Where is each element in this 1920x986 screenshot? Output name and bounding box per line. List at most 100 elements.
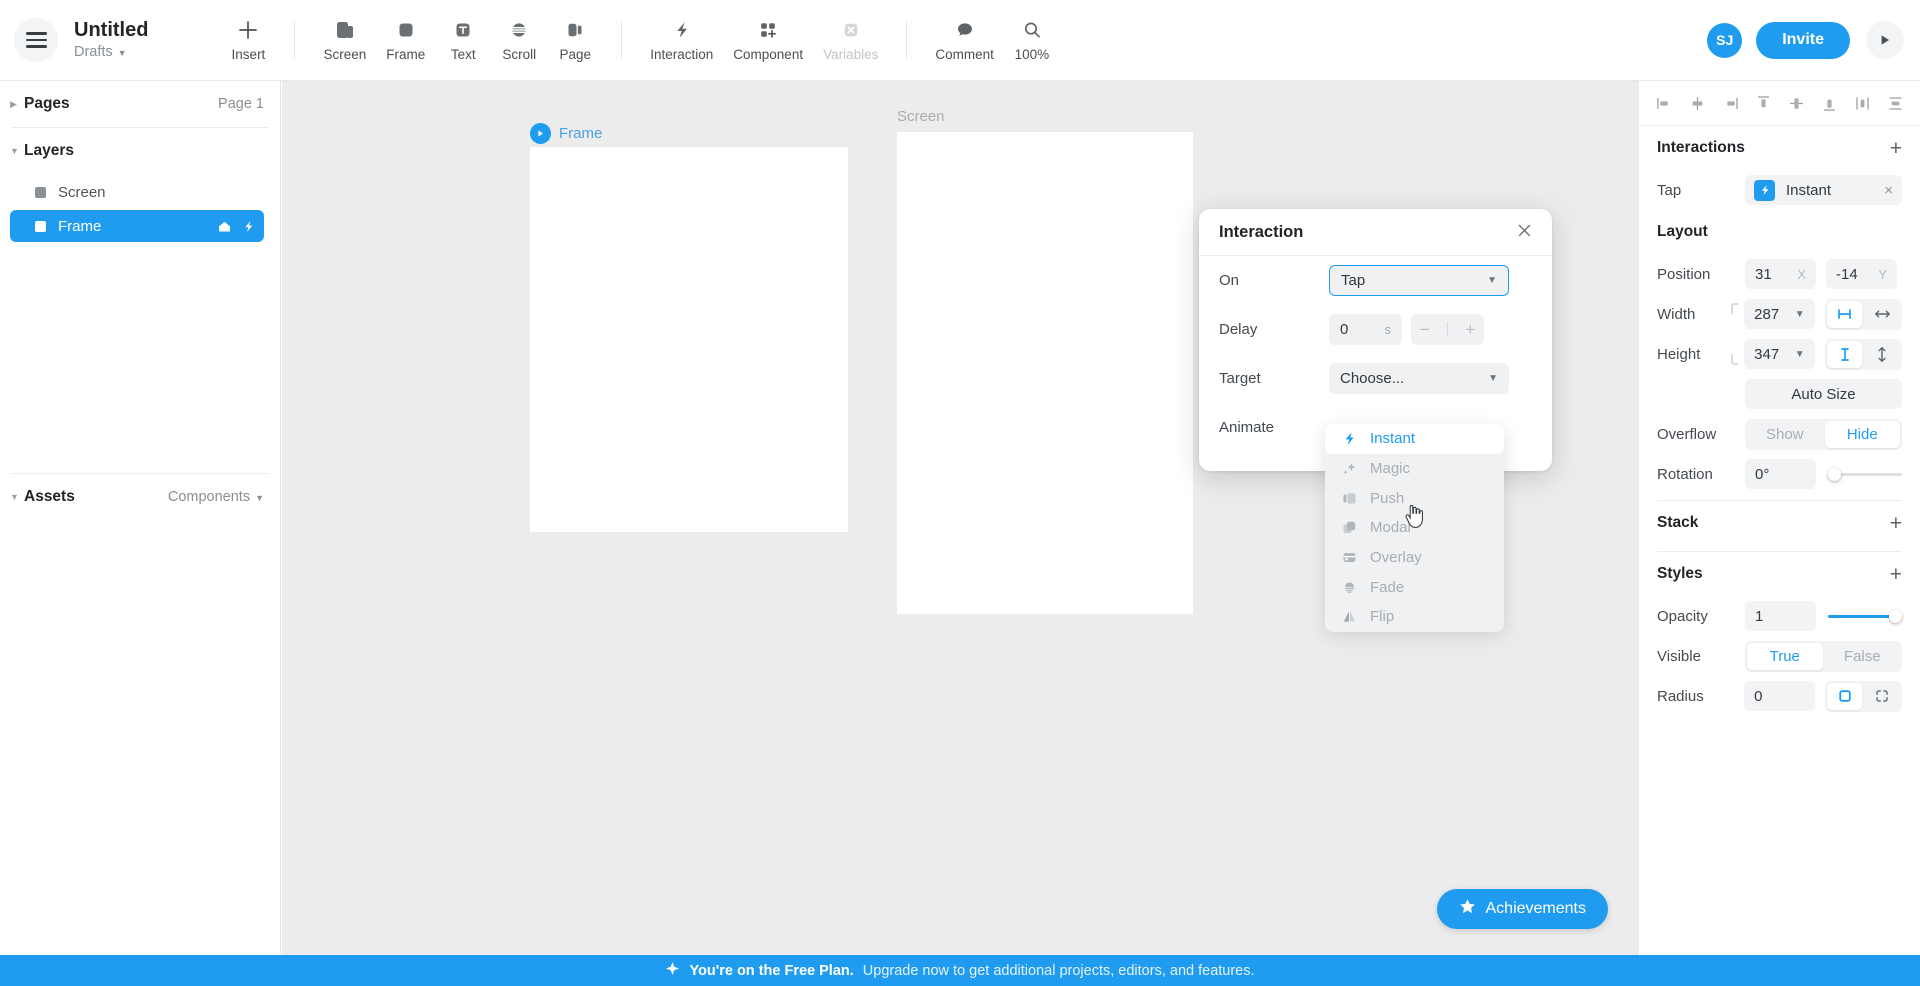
frame-artboard[interactable] — [530, 147, 848, 532]
position-y-input[interactable]: -14 Y — [1826, 259, 1897, 289]
add-stack-button[interactable]: + — [1890, 513, 1902, 534]
delay-input[interactable]: 0 s — [1329, 314, 1402, 345]
rotation-input[interactable]: 0° — [1745, 459, 1816, 489]
add-interaction-button[interactable]: + — [1890, 138, 1902, 159]
tool-comment[interactable]: Comment — [925, 0, 1004, 80]
on-trigger-select[interactable]: Tap ▼ — [1329, 265, 1509, 296]
animate-option-push[interactable]: Push — [1325, 483, 1504, 513]
hamburger-icon[interactable] — [14, 18, 58, 62]
close-icon[interactable] — [1517, 223, 1532, 241]
avatar[interactable]: SJ — [1707, 22, 1743, 58]
tool-screen[interactable]: Screen — [313, 0, 376, 80]
animate-option-modal[interactable]: Modal — [1325, 513, 1504, 543]
pages-section-header[interactable]: ▶ Pages Page 1 — [0, 81, 280, 127]
tool-zoom[interactable]: 100% — [1004, 0, 1060, 80]
layer-item-screen[interactable]: Screen — [10, 176, 264, 208]
free-plan-banner[interactable]: You're on the Free Plan. Upgrade now to … — [0, 955, 1920, 986]
overflow-hide-option[interactable]: Hide — [1824, 420, 1900, 448]
tool-component[interactable]: Component — [723, 0, 813, 80]
radius-individual-option[interactable] — [1864, 683, 1900, 710]
tool-variables-label: Variables — [823, 47, 879, 62]
animate-dropdown-menu[interactable]: Instant Magic Push Modal Overlay Fade Fl… — [1325, 424, 1504, 632]
animate-option-overlay[interactable]: Overlay — [1325, 543, 1504, 573]
layers-section-header[interactable]: ▼ Layers — [0, 128, 280, 174]
animate-option-flip[interactable]: Flip — [1325, 602, 1504, 632]
invite-button[interactable]: Invite — [1756, 21, 1850, 59]
delay-decrement-button[interactable]: − — [1420, 320, 1430, 340]
align-center-horizontal-icon[interactable] — [1686, 92, 1708, 114]
align-bottom-icon[interactable] — [1818, 92, 1840, 114]
position-y-suffix: Y — [1878, 266, 1887, 282]
project-location[interactable]: Drafts ▼ — [74, 42, 148, 62]
screen-artboard[interactable] — [897, 132, 1193, 614]
radius-uniform-option[interactable] — [1826, 682, 1863, 710]
auto-size-button[interactable]: Auto Size — [1745, 379, 1902, 409]
visible-false-option[interactable]: False — [1825, 643, 1901, 670]
target-select[interactable]: Choose... ▼ — [1329, 363, 1509, 394]
width-input[interactable]: 287 ▼ — [1744, 299, 1815, 329]
animate-option-label: Flip — [1370, 608, 1395, 626]
screen-label[interactable]: Screen — [897, 108, 945, 125]
radius-mode-toggle[interactable] — [1824, 680, 1902, 712]
text-icon — [452, 18, 474, 42]
animate-option-fade[interactable]: Fade — [1325, 572, 1504, 602]
height-fill-option[interactable] — [1864, 341, 1900, 368]
distribute-vertical-icon[interactable] — [1884, 92, 1906, 114]
height-input[interactable]: 347 ▼ — [1744, 339, 1815, 369]
height-row: Height 347 ▼ — [1639, 334, 1920, 374]
delay-increment-button[interactable]: + — [1465, 320, 1475, 340]
layer-item-frame[interactable]: Frame — [10, 210, 264, 242]
slider-knob[interactable] — [1889, 609, 1902, 623]
width-fixed-option[interactable] — [1826, 300, 1863, 328]
delay-stepper[interactable]: − + — [1411, 314, 1484, 345]
chevron-down-icon: ▼ — [117, 48, 127, 58]
add-style-button[interactable]: + — [1890, 564, 1902, 585]
achievements-button[interactable]: Achievements — [1436, 889, 1608, 929]
link-dimensions-icon[interactable] — [1726, 301, 1744, 327]
tool-text[interactable]: Text — [435, 0, 491, 80]
animate-option-magic[interactable]: Magic — [1325, 454, 1504, 484]
align-right-icon[interactable] — [1719, 92, 1741, 114]
layers-title: Layers — [24, 142, 74, 159]
interactions-title: Interactions — [1657, 139, 1745, 156]
star-icon — [1459, 898, 1476, 920]
assets-block: ▼ Assets Components ▼ — [0, 473, 280, 520]
assets-filter[interactable]: Components ▼ — [168, 489, 264, 505]
preview-play-button[interactable] — [1866, 21, 1904, 59]
assets-section-header[interactable]: ▼ Assets Components ▼ — [0, 474, 280, 520]
screen-icon — [334, 18, 356, 42]
align-middle-vertical-icon[interactable] — [1785, 92, 1807, 114]
overflow-show-option[interactable]: Show — [1747, 421, 1823, 448]
animate-option-instant[interactable]: Instant — [1325, 424, 1504, 454]
height-fixed-option[interactable] — [1826, 340, 1863, 368]
visible-true-option[interactable]: True — [1747, 642, 1823, 670]
opacity-input[interactable]: 1 — [1745, 601, 1816, 631]
width-resize-mode-toggle[interactable] — [1824, 298, 1902, 330]
target-value: Choose... — [1340, 370, 1405, 387]
interaction-animation-chip[interactable]: Instant × — [1745, 175, 1902, 205]
tool-scroll-label: Scroll — [502, 47, 537, 62]
remove-interaction-icon[interactable]: × — [1884, 182, 1893, 199]
width-fill-option[interactable] — [1864, 301, 1900, 328]
tool-page[interactable]: Page — [547, 0, 603, 80]
align-top-icon[interactable] — [1752, 92, 1774, 114]
link-dimensions-icon-2[interactable] — [1726, 341, 1744, 367]
position-x-input[interactable]: 31 X — [1745, 259, 1816, 289]
rotation-slider[interactable] — [1828, 459, 1902, 489]
opacity-slider[interactable] — [1828, 601, 1902, 631]
tool-insert[interactable]: Insert — [220, 0, 276, 80]
slider-knob[interactable] — [1828, 467, 1841, 481]
radius-input[interactable]: 0 — [1744, 681, 1815, 711]
tool-interaction[interactable]: Interaction — [640, 0, 723, 80]
height-resize-mode-toggle[interactable] — [1824, 338, 1902, 370]
assets-filter-label: Components — [167, 489, 251, 505]
tool-frame[interactable]: Frame — [376, 0, 435, 80]
align-left-icon[interactable] — [1653, 92, 1675, 114]
tool-scroll[interactable]: Scroll — [491, 0, 547, 80]
distribute-horizontal-icon[interactable] — [1851, 92, 1873, 114]
frame-label[interactable]: Frame — [530, 123, 602, 144]
chevron-down-icon: ▼ — [1487, 275, 1497, 286]
tool-variables[interactable]: Variables — [813, 0, 888, 80]
overflow-toggle[interactable]: Show Hide — [1745, 418, 1902, 450]
visible-toggle[interactable]: True False — [1745, 640, 1902, 672]
